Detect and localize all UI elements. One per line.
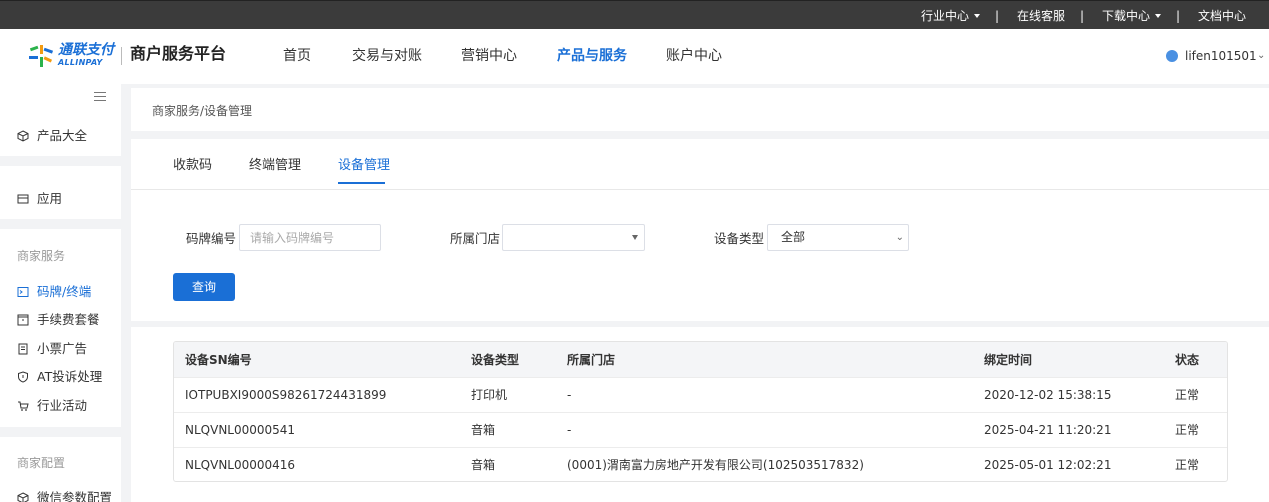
topbar-item-label: 文档中心 xyxy=(1198,9,1247,23)
breadcrumb: 商家服务/设备管理 xyxy=(131,88,1269,131)
table-header: 设备SN编号 设备类型 所属门店 绑定时间 状态 xyxy=(174,342,1227,377)
nav-transactions[interactable]: 交易与对账 xyxy=(352,47,422,65)
sidebar-divider xyxy=(0,427,121,437)
sidebar-item-label: 行业活动 xyxy=(37,398,88,413)
sidebar: 产品大全 应用 商家服务 码牌/终端 手续费套餐 小票广告 AT投诉处理 行业活… xyxy=(0,84,121,502)
table-card: 设备SN编号 设备类型 所属门店 绑定时间 状态 IOTPUBXI9000S98… xyxy=(131,327,1269,502)
menu-collapse-icon[interactable] xyxy=(94,92,106,102)
filter-card: 收款码 终端管理 设备管理 码牌编号 所属门店 设备类型 全部 ⌄ 查询 xyxy=(131,139,1269,321)
cart-icon xyxy=(18,401,29,411)
receipt-icon xyxy=(18,343,28,355)
allinpay-logo[interactable]: 通联支付 ALLINPAY xyxy=(28,42,118,70)
cell-bind-time: 2025-04-21 11:20:21 xyxy=(984,423,1112,437)
avatar xyxy=(1166,50,1178,62)
table-row: NLQVNL00000416 音箱 (0001)渭南富力房地产开发有限公司(10… xyxy=(174,447,1227,481)
nav-home[interactable]: 首页 xyxy=(283,47,311,65)
cell-sn: IOTPUBXI9000S98261724431899 xyxy=(185,388,387,402)
breadcrumb-text: 商家服务/设备管理 xyxy=(152,104,253,118)
tab-device-management[interactable]: 设备管理 xyxy=(338,158,390,174)
code-number-label: 码牌编号 xyxy=(186,231,237,246)
topbar-item-label: 下载中心 xyxy=(1102,9,1151,23)
column-header-status: 状态 xyxy=(1175,353,1200,367)
allinpay-logo-mark-icon xyxy=(29,45,54,67)
topbar-download-center[interactable]: 下载中心 xyxy=(1102,9,1162,23)
cube-icon xyxy=(17,130,29,142)
cell-status: 正常 xyxy=(1175,388,1200,402)
package-icon xyxy=(17,314,29,326)
caret-down-icon xyxy=(1155,14,1162,18)
query-button[interactable]: 查询 xyxy=(173,273,235,301)
username: lifen101501 xyxy=(1185,49,1257,63)
sidebar-item-label: 小票广告 xyxy=(37,341,88,356)
device-type-label: 设备类型 xyxy=(714,231,765,246)
nav-account-center[interactable]: 账户中心 xyxy=(666,47,722,65)
app-icon xyxy=(17,194,29,204)
topbar-industry-center[interactable]: 行业中心 xyxy=(921,9,981,23)
sidebar-item-label: 码牌/终端 xyxy=(37,284,92,299)
cell-status: 正常 xyxy=(1175,458,1200,472)
table-row: IOTPUBXI9000S98261724431899 打印机 - 2020-1… xyxy=(174,377,1227,412)
terminal-icon xyxy=(17,287,29,297)
column-header-sn: 设备SN编号 xyxy=(185,353,252,367)
top-utility-bar: 行业中心 | 在线客服 | 下载中心 | 文档中心 xyxy=(0,0,1269,29)
sidebar-item-label: 微信参数配置 xyxy=(37,490,113,502)
caret-down-icon xyxy=(632,235,638,240)
column-header-bind-time: 绑定时间 xyxy=(984,353,1033,367)
store-select[interactable] xyxy=(502,224,645,251)
platform-title: 商户服务平台 xyxy=(130,44,227,63)
logo-text-en: ALLINPAY xyxy=(58,58,103,67)
cell-sn: NLQVNL00000416 xyxy=(185,458,296,472)
caret-down-icon xyxy=(974,14,981,18)
cell-store: - xyxy=(567,423,572,437)
active-tab-indicator xyxy=(338,182,385,184)
column-header-store: 所属门店 xyxy=(567,353,616,367)
tab-divider xyxy=(131,189,1269,190)
sidebar-divider xyxy=(0,219,121,229)
topbar-separator: | xyxy=(995,9,1000,23)
cell-bind-time: 2020-12-02 15:38:15 xyxy=(984,388,1112,402)
cell-sn: NLQVNL00000541 xyxy=(185,423,296,437)
header-divider xyxy=(121,47,122,65)
sidebar-divider xyxy=(0,156,121,166)
device-type-select-value: 全部 xyxy=(781,230,806,244)
topbar-separator: | xyxy=(1176,9,1181,23)
topbar-item-label: 行业中心 xyxy=(921,9,970,23)
code-number-input[interactable] xyxy=(239,224,381,251)
device-table: 设备SN编号 设备类型 所属门店 绑定时间 状态 IOTPUBXI9000S98… xyxy=(173,341,1228,482)
chevron-down-icon: ⌄ xyxy=(895,232,904,243)
topbar-doc-center[interactable]: 文档中心 xyxy=(1198,9,1246,23)
sidebar-item-label: 手续费套餐 xyxy=(37,312,100,327)
topbar-separator: | xyxy=(1080,9,1085,23)
table-row: NLQVNL00000541 音箱 - 2025-04-21 11:20:21 … xyxy=(174,412,1227,447)
chevron-down-icon: ⌄ xyxy=(1257,50,1266,61)
nav-products-services[interactable]: 产品与服务 xyxy=(557,47,627,65)
device-type-select[interactable]: 全部 ⌄ xyxy=(767,224,909,251)
sidebar-item-label: 产品大全 xyxy=(37,128,88,143)
sidebar-section-title: 商家服务 xyxy=(17,249,66,263)
sidebar-section-title: 商家配置 xyxy=(17,456,66,470)
column-header-type: 设备类型 xyxy=(471,353,520,367)
logo-text-cn: 通联支付 xyxy=(58,42,114,58)
topbar-online-service[interactable]: 在线客服 xyxy=(1017,9,1065,23)
cell-type: 音箱 xyxy=(471,423,496,437)
cell-type: 音箱 xyxy=(471,458,496,472)
cell-store: (0001)渭南富力房地产开发有限公司(102503517832) xyxy=(567,458,864,472)
shield-icon xyxy=(18,371,28,383)
topbar-item-label: 在线客服 xyxy=(1017,9,1066,23)
cell-store: - xyxy=(567,388,572,402)
sidebar-item-label: 应用 xyxy=(37,191,63,206)
cell-type: 打印机 xyxy=(471,388,508,402)
store-label: 所属门店 xyxy=(450,231,501,246)
sidebar-item-label: AT投诉处理 xyxy=(37,369,103,384)
tab-terminal-management[interactable]: 终端管理 xyxy=(249,158,301,174)
cube-icon xyxy=(17,492,29,502)
cell-status: 正常 xyxy=(1175,423,1200,437)
cell-bind-time: 2025-05-01 12:02:21 xyxy=(984,458,1112,472)
main-header: 通联支付 ALLINPAY 商户服务平台 首页 交易与对账 营销中心 产品与服务… xyxy=(0,29,1269,84)
nav-marketing[interactable]: 营销中心 xyxy=(461,47,517,65)
tab-collection-code[interactable]: 收款码 xyxy=(173,158,212,174)
